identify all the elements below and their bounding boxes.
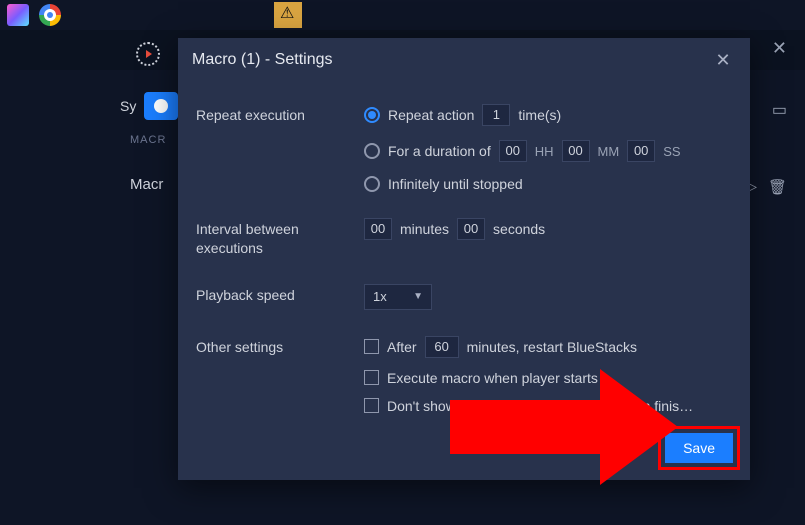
bg-app-icon (7, 4, 29, 26)
close-icon[interactable]: ✕ (710, 47, 736, 73)
text-restart-prefix: After (387, 339, 417, 355)
text-execute-on-start: Execute macro when player starts (387, 370, 598, 386)
select-playback-speed[interactable]: 1x ▼ (364, 284, 432, 310)
radio-duration[interactable] (364, 143, 380, 159)
save-button[interactable]: Save (665, 433, 733, 463)
checkbox-restart-bluestacks[interactable] (364, 339, 379, 354)
input-restart-minutes[interactable]: 60 (425, 336, 459, 358)
chevron-down-icon: ▼ (413, 291, 423, 302)
save-highlight-box: Save (658, 426, 740, 470)
text-interval-seconds: seconds (493, 221, 545, 237)
trash-icon[interactable]: 🗑 (768, 178, 787, 196)
record-button[interactable] (144, 92, 178, 120)
label-ss: SS (663, 144, 680, 159)
bg-label-macr: MACR (130, 134, 166, 146)
label-interval: Interval between executions (196, 218, 346, 258)
folder-icon[interactable]: ▭ (772, 100, 787, 120)
row-repeat-execution: Repeat execution Repeat action 1 time(s)… (196, 104, 732, 192)
text-repeat-action-prefix: Repeat action (388, 107, 474, 123)
bg-label-macro: Macr (130, 176, 163, 193)
radio-infinite[interactable] (364, 176, 380, 192)
chrome-icon (39, 4, 61, 26)
input-repeat-times[interactable]: 1 (482, 104, 510, 126)
row-playback-speed: Playback speed 1x ▼ (196, 284, 732, 310)
input-interval-seconds[interactable]: 00 (457, 218, 485, 240)
bg-label-sy: Sy (120, 98, 136, 114)
input-interval-minutes[interactable]: 00 (364, 218, 392, 240)
text-hide-macro-window: Don't show macro window when execution f… (387, 398, 693, 414)
checkbox-hide-macro-window[interactable] (364, 398, 379, 413)
label-other-settings: Other settings (196, 336, 346, 357)
label-repeat-execution: Repeat execution (196, 104, 346, 125)
radio-repeat-action[interactable] (364, 107, 380, 123)
bg-app-warning-icon (274, 2, 302, 28)
background-record-indicator-icon (136, 42, 160, 66)
row-interval: Interval between executions 00 minutes 0… (196, 218, 732, 258)
text-infinite: Infinitely until stopped (388, 176, 523, 192)
label-mm: MM (598, 144, 620, 159)
label-hh: HH (535, 144, 554, 159)
checkbox-execute-on-start[interactable] (364, 370, 379, 385)
input-duration-ss[interactable]: 00 (627, 140, 655, 162)
select-playback-value: 1x (373, 289, 387, 304)
input-duration-mm[interactable]: 00 (562, 140, 590, 162)
label-playback-speed: Playback speed (196, 284, 346, 305)
background-taskbar (0, 0, 805, 30)
text-restart-suffix: minutes, restart BlueStacks (467, 339, 637, 355)
input-duration-hh[interactable]: 00 (499, 140, 527, 162)
text-repeat-action-suffix: time(s) (518, 107, 561, 123)
text-interval-minutes: minutes (400, 221, 449, 237)
row-other-settings: Other settings After 60 minutes, restart… (196, 336, 732, 414)
dialog-header: Macro (1) - Settings ✕ (178, 38, 750, 82)
text-duration-prefix: For a duration of (388, 143, 491, 159)
macro-settings-dialog: Macro (1) - Settings ✕ Repeat execution … (178, 38, 750, 480)
background-close-icon[interactable]: ✕ (772, 38, 787, 59)
dialog-title: Macro (1) - Settings (192, 51, 332, 69)
